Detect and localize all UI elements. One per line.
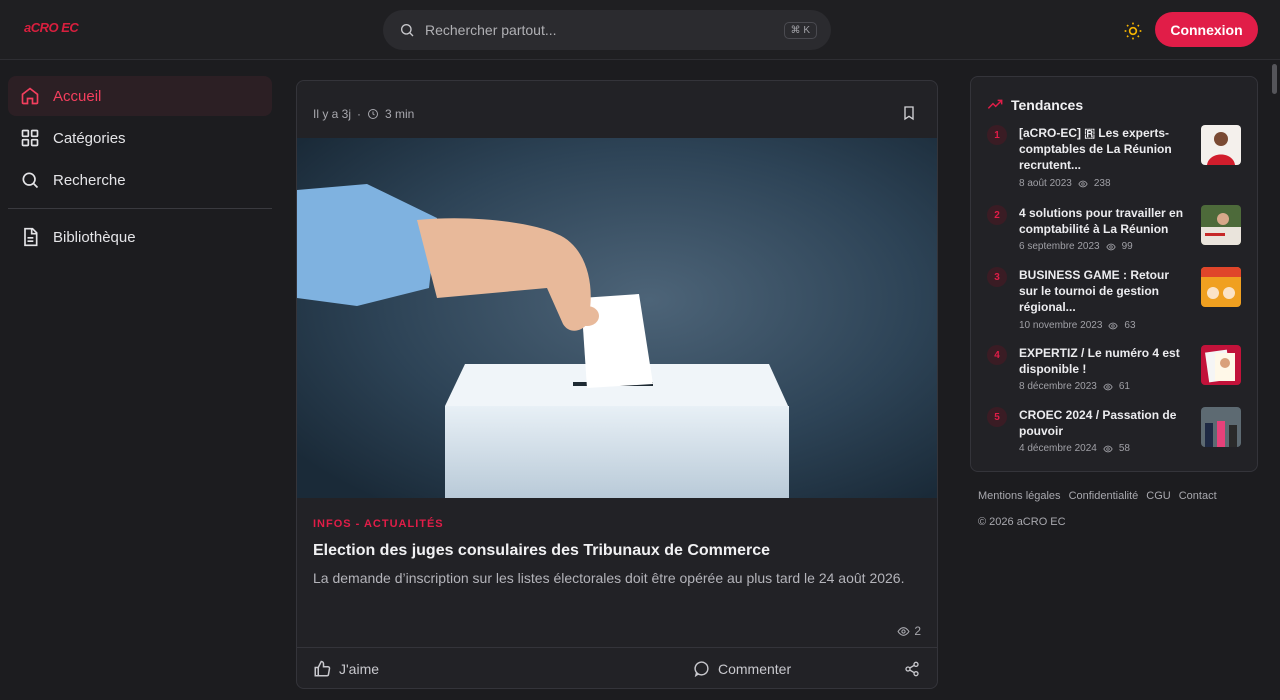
trend-meta: 6 septembre 2023 99 — [1019, 241, 1133, 252]
trends-title: Tendances — [1011, 97, 1084, 113]
comment-label: Commenter — [718, 660, 792, 677]
trend-date: 8 août 2023 — [1019, 178, 1072, 189]
trend-views: 61 — [1118, 381, 1130, 392]
eye-icon — [1103, 445, 1113, 452]
post-category[interactable]: INFOS - ACTUALITÉS — [313, 518, 444, 530]
trend-meta: 4 décembre 2024 58 — [1019, 443, 1130, 454]
logo[interactable]: aCRO EC — [24, 20, 79, 35]
meta-separator: · — [357, 107, 362, 121]
ballot-box-illustration — [297, 138, 937, 498]
trend-item[interactable]: 5 CROEC 2024 / Passation de pouvoir 4 dé… — [987, 407, 1243, 455]
search-input[interactable] — [425, 22, 784, 38]
sidebar: Accueil Catégories Recherche Bibliothèqu… — [8, 76, 272, 259]
trend-thumbnail[interactable] — [1201, 205, 1241, 245]
eye-icon — [897, 626, 910, 636]
post-meta: Il y a 3j · 3 min — [313, 107, 414, 121]
like-label: J'aime — [339, 660, 380, 677]
eye-icon — [1108, 322, 1119, 329]
bookmark-icon — [904, 106, 914, 121]
sun-icon — [1124, 22, 1142, 40]
clock-icon — [368, 109, 379, 119]
trend-title[interactable]: CROEC 2024 / Passation de pouvoir — [1019, 407, 1191, 439]
trend-item[interactable]: 4 EXPERTIZ / Le numéro 4 est disponible … — [987, 345, 1243, 393]
trend-meta: 8 décembre 2023 61 — [1019, 381, 1130, 392]
footer-link-contact[interactable]: Contact — [1179, 490, 1217, 502]
sidebar-item-label: Accueil — [53, 87, 102, 105]
trend-rank: 1 — [987, 125, 1007, 145]
post-actions: J'aime Commenter — [297, 647, 937, 688]
grid-icon — [21, 129, 39, 147]
sidebar-item-label: Catégories — [53, 129, 126, 147]
trend-rank: 4 — [987, 345, 1007, 365]
sidebar-item-home[interactable]: Accueil — [8, 76, 272, 116]
trend-date: 6 septembre 2023 — [1019, 241, 1100, 252]
theme-toggle[interactable] — [1121, 19, 1145, 43]
footer-link-privacy[interactable]: Confidentialité — [1069, 490, 1139, 502]
copyright: © 2026 aCRO EC — [978, 516, 1066, 528]
like-button[interactable]: J'aime — [313, 660, 379, 678]
search-icon — [401, 24, 414, 37]
trend-thumbnail[interactable] — [1201, 125, 1241, 165]
trends-panel: Tendances 1 [aCRO-EC] 🇷 Les experts-comp… — [970, 76, 1258, 472]
footer-link-terms[interactable]: CGU — [1146, 490, 1170, 502]
trend-meta: 8 août 2023 238 — [1019, 178, 1111, 189]
trend-thumbnail[interactable] — [1201, 407, 1241, 447]
trend-views: 99 — [1121, 241, 1133, 252]
trend-title[interactable]: [aCRO-EC] 🇷 Les experts-comptables de La… — [1019, 125, 1191, 173]
comment-button[interactable]: Commenter — [693, 660, 791, 677]
home-icon — [21, 87, 39, 105]
login-button[interactable]: Connexion — [1155, 12, 1258, 47]
search-bar[interactable]: ⌘ K — [383, 10, 831, 50]
post-hero-image[interactable] — [297, 138, 937, 498]
trend-date: 10 novembre 2023 — [1019, 320, 1103, 331]
search-icon — [22, 172, 39, 189]
trend-title[interactable]: EXPERTIZ / Le numéro 4 est disponible ! — [1019, 345, 1191, 377]
eye-icon — [1105, 243, 1116, 250]
bookmark-button[interactable] — [901, 105, 917, 126]
post-card[interactable]: Il y a 3j · 3 min INFOS - ACTUALITÉS Ele… — [296, 80, 938, 689]
trending-up-icon — [987, 99, 1003, 109]
post-views: 2 — [897, 624, 921, 638]
sidebar-item-categories[interactable]: Catégories — [8, 118, 272, 158]
trend-rank: 2 — [987, 205, 1007, 225]
sidebar-item-library[interactable]: Bibliothèque — [8, 217, 272, 257]
trends-heading: Tendances — [987, 97, 1083, 113]
trend-title[interactable]: 4 solutions pour travailler en comptabil… — [1019, 205, 1191, 237]
top-bar: aCRO EC ⌘ K Connexion — [0, 0, 1280, 60]
comment-icon — [694, 661, 709, 677]
post-description: La demande d’inscription sur les listes … — [313, 570, 905, 586]
sidebar-item-label: Recherche — [53, 171, 126, 189]
footer-link-legal[interactable]: Mentions légales — [978, 490, 1061, 502]
trend-thumbnail[interactable] — [1201, 345, 1241, 385]
trend-thumbnail[interactable] — [1201, 267, 1241, 307]
eye-icon — [1103, 383, 1113, 390]
trend-date: 8 décembre 2023 — [1019, 381, 1097, 392]
sidebar-divider — [8, 208, 272, 209]
trend-meta: 10 novembre 2023 63 — [1019, 320, 1136, 331]
trend-views: 63 — [1124, 320, 1136, 331]
eye-icon — [1078, 180, 1088, 187]
sidebar-item-search[interactable]: Recherche — [8, 160, 272, 200]
shortcut-badge: ⌘ K — [783, 21, 817, 39]
trend-views: 238 — [1093, 178, 1111, 189]
trend-rank: 3 — [987, 267, 1007, 287]
trend-item[interactable]: 2 4 solutions pour travailler en comptab… — [987, 205, 1243, 253]
post-title[interactable]: Election des juges consulaires des Tribu… — [313, 542, 770, 560]
post-read-time: 3 min — [385, 107, 415, 121]
trend-item[interactable]: 3 BUSINESS GAME : Retour sur le tournoi … — [987, 267, 1243, 331]
share-icon — [905, 661, 919, 676]
thumbs-up-icon — [314, 660, 331, 676]
footer-links: Mentions légales Confidentialité CGU Con… — [978, 490, 1217, 502]
post-views-count: 2 — [914, 624, 921, 638]
scrollbar[interactable] — [1272, 64, 1277, 94]
trend-rank: 5 — [987, 407, 1007, 427]
sidebar-item-label: Bibliothèque — [53, 228, 136, 246]
trend-title[interactable]: BUSINESS GAME : Retour sur le tournoi de… — [1019, 267, 1191, 315]
document-icon — [24, 227, 38, 247]
share-button[interactable] — [904, 661, 920, 677]
trend-views: 58 — [1118, 443, 1130, 454]
trend-date: 4 décembre 2024 — [1019, 443, 1097, 454]
post-time-ago: Il y a 3j — [313, 107, 352, 121]
trend-item[interactable]: 1 [aCRO-EC] 🇷 Les experts-comptables de … — [987, 125, 1243, 189]
